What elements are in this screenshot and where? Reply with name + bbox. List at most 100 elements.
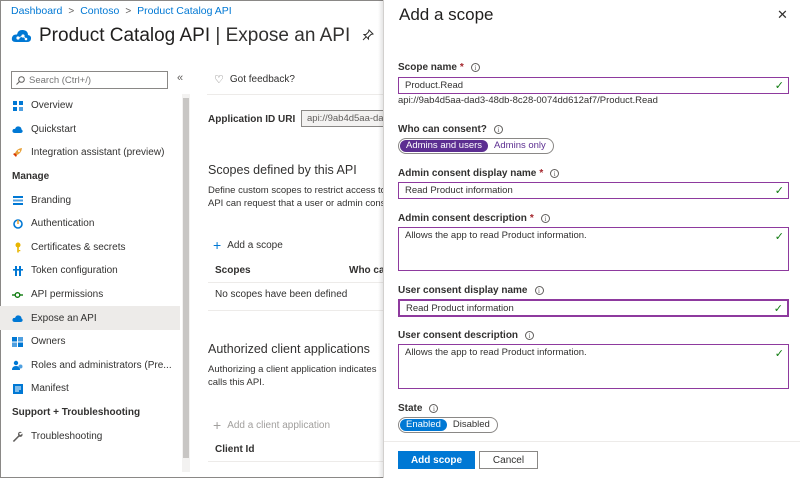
- scope-name-value: Product.Read: [405, 80, 464, 91]
- search-input[interactable]: [29, 74, 159, 86]
- option-enabled[interactable]: Enabled: [400, 419, 447, 431]
- sidebar-item-overview[interactable]: Overview: [0, 94, 180, 118]
- admin-consent-description-textarea[interactable]: Allows the app to read Product informati…: [398, 227, 789, 271]
- sidebar-item-label: Roles and administrators (Pre...: [31, 359, 172, 371]
- scopes-description-line-2: API can request that a user or admin con…: [208, 198, 384, 209]
- pin-icon[interactable]: [362, 28, 375, 44]
- plus-icon: +: [213, 237, 222, 253]
- admin-consent-description-value: Allows the app to read Product informati…: [405, 230, 587, 241]
- info-icon[interactable]: i: [540, 214, 550, 223]
- title-separator: |: [210, 25, 226, 46]
- option-disabled[interactable]: Disabled: [447, 419, 496, 431]
- state-toggle: Enabled Disabled: [398, 417, 498, 433]
- key-icon: [12, 242, 23, 253]
- required-marker: *: [539, 168, 544, 179]
- user-consent-display-name-input[interactable]: Read Product information ✓: [398, 299, 789, 317]
- admin-consent-display-name-label: Admin consent display name * i: [398, 168, 560, 179]
- sidebar-item-integration-assistant[interactable]: Integration assistant (preview): [0, 141, 180, 165]
- panel-title: Add a scope: [399, 5, 494, 24]
- add-scope-link[interactable]: + Add a scope: [213, 237, 283, 253]
- valid-check-icon: ✓: [774, 231, 784, 243]
- sidebar-item-label: Branding: [31, 194, 72, 206]
- user-consent-display-name-label-text: User consent display name: [398, 285, 528, 296]
- sidebar-item-token-configuration[interactable]: Token configuration: [0, 259, 180, 283]
- cancel-button[interactable]: Cancel: [479, 451, 538, 469]
- info-icon[interactable]: i: [550, 169, 560, 178]
- info-icon[interactable]: i: [493, 125, 503, 134]
- roles-icon: [12, 360, 23, 371]
- info-icon[interactable]: i: [525, 331, 535, 340]
- breadcrumb-contoso[interactable]: Contoso: [80, 5, 119, 17]
- table-divider: [208, 461, 387, 462]
- breadcrumb-app[interactable]: Product Catalog API: [137, 5, 232, 17]
- branding-icon: [12, 195, 23, 206]
- cloud-icon: [12, 124, 23, 135]
- sidebar-item-label: Integration assistant (preview): [31, 147, 165, 159]
- admin-consent-description-label-text: Admin consent description: [398, 213, 527, 224]
- sidebar-item-label: Quickstart: [31, 123, 77, 135]
- authorized-description-line-1: Authorizing a client application indicat…: [208, 364, 377, 375]
- required-marker: *: [459, 62, 464, 73]
- cloud-icon: [12, 313, 23, 324]
- sidebar-item-branding[interactable]: Branding: [0, 188, 180, 212]
- info-icon[interactable]: i: [429, 404, 439, 413]
- app-id-uri-value[interactable]: api://9ab4d5aa-da: [301, 110, 387, 127]
- sidebar-item-label: Troubleshooting: [31, 430, 103, 442]
- breadcrumb-dashboard[interactable]: Dashboard: [11, 5, 62, 17]
- manifest-icon: [12, 383, 23, 394]
- scope-name-input[interactable]: Product.Read ✓: [398, 77, 789, 94]
- valid-check-icon: ✓: [774, 348, 784, 360]
- close-icon[interactable]: ✕: [777, 7, 788, 23]
- sidebar-item-owners[interactable]: Owners: [0, 330, 180, 354]
- add-scope-label: Add a scope: [227, 239, 283, 251]
- sidebar-item-authentication[interactable]: Authentication: [0, 212, 180, 236]
- user-consent-description-label-text: User consent description: [398, 330, 519, 341]
- add-scope-button[interactable]: Add scope: [398, 451, 475, 469]
- sidebar-item-roles-and-administrators[interactable]: Roles and administrators (Pre...: [0, 354, 180, 378]
- add-client-application-link[interactable]: + Add a client application: [213, 417, 330, 433]
- scopes-empty-message: No scopes have been defined: [215, 289, 348, 300]
- app-name: Product Catalog API: [39, 25, 211, 46]
- required-marker: *: [529, 213, 534, 224]
- user-consent-display-name-label: User consent display name i: [398, 285, 544, 296]
- sidebar-item-label: Overview: [31, 100, 73, 112]
- table-divider: [208, 310, 387, 311]
- sidebar-item-label: API permissions: [31, 289, 104, 301]
- sidebar-item-api-permissions[interactable]: API permissions: [0, 283, 180, 307]
- valid-check-icon: ✓: [773, 303, 783, 315]
- feedback-button[interactable]: ♡ Got feedback?: [214, 73, 295, 86]
- option-admins-only[interactable]: Admins only: [488, 140, 552, 152]
- page-title: Product Catalog API | Expose an API: [39, 25, 350, 47]
- admin-consent-display-name-label-text: Admin consent display name: [398, 168, 537, 179]
- sidebar-scrollbar[interactable]: [182, 94, 190, 472]
- support-header: Support + Troubleshooting: [12, 407, 141, 419]
- main-content: ♡ Got feedback? Application ID URI api:/…: [197, 60, 387, 478]
- cloud-app-icon: [11, 29, 32, 42]
- sidebar-item-quickstart[interactable]: Quickstart: [0, 118, 180, 142]
- collapse-sidebar-icon[interactable]: «: [177, 72, 183, 84]
- table-divider: [208, 282, 387, 283]
- scopes-column-header[interactable]: Scopes: [215, 265, 251, 276]
- sidebar-item-expose-an-api[interactable]: Expose an API: [0, 306, 180, 330]
- option-admins-and-users[interactable]: Admins and users: [400, 140, 489, 152]
- search-icon: [16, 75, 25, 85]
- scopes-description-line-1: Define custom scopes to restrict access …: [208, 185, 384, 196]
- who-can-consent-toggle: Admins and users Admins only: [398, 138, 554, 154]
- admin-consent-display-name-value: Read Product information: [405, 185, 513, 196]
- client-id-column-header[interactable]: Client Id: [215, 444, 254, 455]
- sidebar-search[interactable]: [11, 71, 168, 89]
- sidebar-item-manifest[interactable]: Manifest: [0, 377, 180, 401]
- heart-icon: ♡: [214, 74, 224, 86]
- sidebar-scrollbar-thumb[interactable]: [183, 98, 189, 458]
- valid-check-icon: ✓: [774, 80, 784, 92]
- sidebar-item-troubleshooting[interactable]: Troubleshooting: [0, 424, 180, 448]
- permissions-icon: [12, 289, 23, 300]
- user-consent-description-textarea[interactable]: Allows the app to read Product informati…: [398, 344, 789, 389]
- info-icon[interactable]: i: [534, 286, 544, 295]
- info-icon[interactable]: i: [470, 63, 480, 72]
- manage-header: Manage: [12, 171, 50, 183]
- toolbar-divider: [207, 94, 387, 95]
- sidebar-item-certificates[interactable]: Certificates & secrets: [0, 236, 180, 260]
- authentication-icon: [12, 218, 23, 229]
- admin-consent-display-name-input[interactable]: Read Product information ✓: [398, 182, 789, 199]
